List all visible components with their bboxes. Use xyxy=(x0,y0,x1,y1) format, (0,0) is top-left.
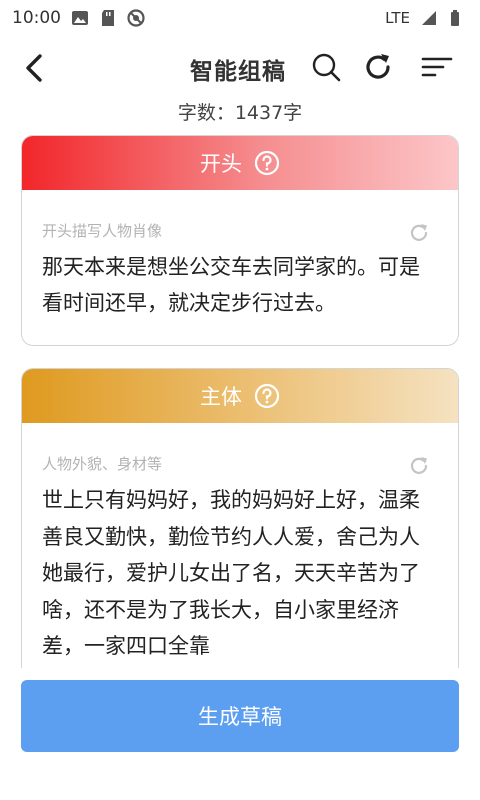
no-disturb-icon xyxy=(127,9,145,27)
regenerate-icon[interactable] xyxy=(408,455,430,477)
network-type: LTE xyxy=(385,9,410,27)
generate-draft-button[interactable]: 生成草稿 xyxy=(21,680,459,752)
opening-section-header: 开头 xyxy=(22,136,458,190)
status-time: 10:00 xyxy=(12,8,61,28)
signal-icon xyxy=(422,11,436,25)
regenerate-icon[interactable] xyxy=(408,222,430,244)
opening-paragraph[interactable]: 那天本来是想坐公交车去同学家的。可是看时间还早，就决定步行过去。 xyxy=(42,249,438,321)
app-bar: 智能组稿 xyxy=(0,40,480,96)
body-section: 主体 人物外貌、身材等 世上只有妈妈好，我的妈妈好上好，温柔善良又勤快，勤俭节约… xyxy=(21,368,459,668)
search-icon[interactable] xyxy=(309,50,343,84)
image-notification-icon xyxy=(72,11,88,25)
opening-section-title: 开头 xyxy=(200,152,242,176)
back-arrow-icon[interactable] xyxy=(18,50,50,86)
page-title: 智能组稿 xyxy=(190,59,286,85)
status-bar: 10:00 LTE xyxy=(0,0,480,36)
battery-icon xyxy=(451,10,459,26)
body-paragraph[interactable]: 世上只有妈妈好，我的妈妈好上好，温柔善良又勤快，勤俭节约人人爱，舍己为人她最行，… xyxy=(42,482,438,665)
sort-menu-icon[interactable] xyxy=(420,50,454,84)
body-hint: 人物外貌、身材等 xyxy=(42,455,163,473)
help-icon[interactable] xyxy=(254,150,280,176)
help-icon[interactable] xyxy=(254,383,280,409)
refresh-icon[interactable] xyxy=(361,50,395,84)
sd-card-icon xyxy=(102,10,114,26)
opening-hint: 开头描写人物肖像 xyxy=(42,222,163,240)
body-section-title: 主体 xyxy=(200,385,242,409)
word-count: 字数：1437字 xyxy=(177,102,303,124)
opening-section: 开头 开头描写人物肖像 那天本来是想坐公交车去同学家的。可是看时间还早，就决定步… xyxy=(21,135,459,346)
body-section-header: 主体 xyxy=(22,369,458,423)
